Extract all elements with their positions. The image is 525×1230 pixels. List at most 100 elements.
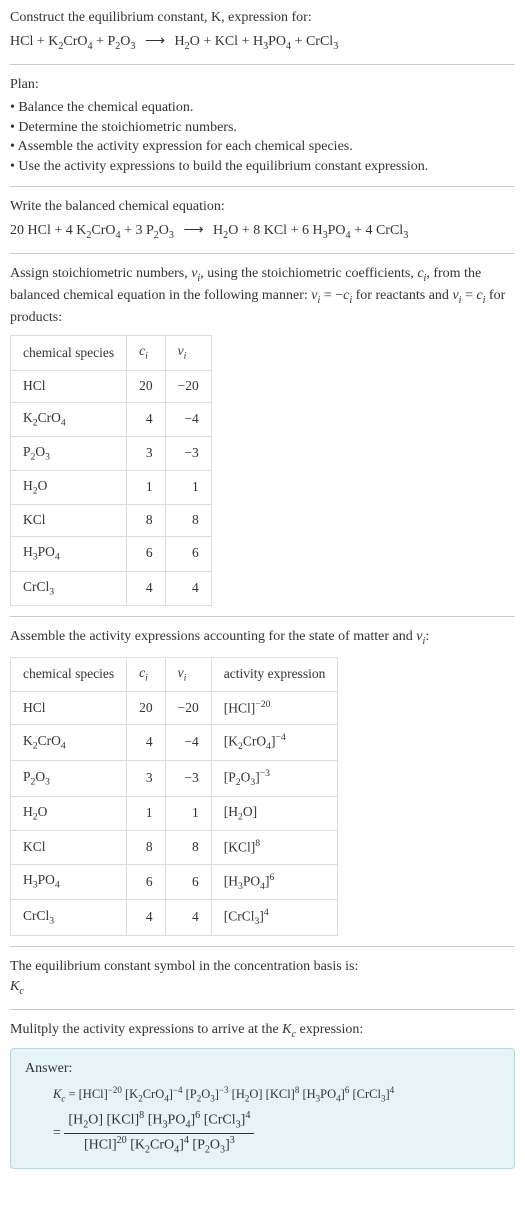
plan-item: Use the activity expressions to build th…	[10, 157, 515, 177]
cell-species: K2CrO4	[11, 725, 127, 761]
table-row: H3PO466	[11, 537, 212, 571]
cell-species: H3PO4	[11, 864, 127, 900]
symbol-text: The equilibrium constant symbol in the c…	[10, 957, 515, 977]
plan-label: Plan:	[10, 75, 515, 95]
cell-species: KCl	[11, 831, 127, 864]
cell-vi: −20	[165, 692, 211, 725]
answer-fraction: [H2O] [KCl]8 [H3PO4]6 [CrCl3]4 [HCl]20 […	[64, 1109, 254, 1157]
cell-ci: 4	[127, 725, 166, 761]
table-row: KCl88[KCl]8	[11, 831, 338, 864]
cell-ci: 4	[127, 571, 166, 605]
col-ci: ci	[127, 336, 166, 370]
cell-ci: 4	[127, 900, 166, 936]
cell-ci: 6	[127, 864, 166, 900]
table-row: K2CrO44−4	[11, 402, 212, 436]
cell-species: CrCl3	[11, 571, 127, 605]
cell-species: H2O	[11, 796, 127, 830]
divider	[10, 253, 515, 254]
cell-activity: [H2O]	[211, 796, 338, 830]
cell-activity: [KCl]8	[211, 831, 338, 864]
plan-item: Balance the chemical equation.	[10, 98, 515, 118]
plan-list: Balance the chemical equation. Determine…	[10, 98, 515, 176]
cell-vi: 1	[165, 471, 211, 505]
balanced-label: Write the balanced chemical equation:	[10, 197, 515, 217]
cell-vi: −20	[165, 370, 211, 402]
answer-line1: Kc = [HCl]−20 [K2CrO4]−4 [P2O3]−3 [H2O] …	[53, 1084, 500, 1105]
col-vi: νi	[165, 336, 211, 370]
col-activity: activity expression	[211, 657, 338, 691]
activity-table: chemical species ci νi activity expressi…	[10, 657, 338, 936]
table-row: H2O11[H2O]	[11, 796, 338, 830]
cell-vi: 6	[165, 537, 211, 571]
cell-vi: −3	[165, 761, 211, 797]
stoich-text: Assign stoichiometric numbers, νi, using…	[10, 264, 515, 327]
col-ci: ci	[127, 657, 166, 691]
table-row: P2O33−3	[11, 436, 212, 470]
table-row: P2O33−3[P2O3]−3	[11, 761, 338, 797]
answer-label: Answer:	[25, 1059, 500, 1079]
fraction-denominator: [HCl]20 [K2CrO4]4 [P2O3]3	[64, 1134, 254, 1158]
cell-species: P2O3	[11, 761, 127, 797]
divider	[10, 616, 515, 617]
unbalanced-equation: HCl + K2CrO4 + P2O3 ⟶ H2O + KCl + H3PO4 …	[10, 32, 515, 54]
cell-species: H2O	[11, 471, 127, 505]
cell-ci: 20	[127, 370, 166, 402]
cell-ci: 1	[127, 471, 166, 505]
cell-ci: 3	[127, 761, 166, 797]
fraction-numerator: [H2O] [KCl]8 [H3PO4]6 [CrCl3]4	[64, 1109, 254, 1134]
cell-vi: 4	[165, 900, 211, 936]
plan-item: Assemble the activity expression for eac…	[10, 137, 515, 157]
plan-section: Plan: Balance the chemical equation. Det…	[10, 75, 515, 177]
col-vi: νi	[165, 657, 211, 691]
stoich-table: chemical species ci νi HCl20−20K2CrO44−4…	[10, 335, 212, 605]
cell-activity: [K2CrO4]−4	[211, 725, 338, 761]
cell-species: HCl	[11, 692, 127, 725]
cell-species: H3PO4	[11, 537, 127, 571]
title: Construct the equilibrium constant, K, e…	[10, 8, 515, 28]
cell-ci: 1	[127, 796, 166, 830]
divider	[10, 946, 515, 947]
cell-vi: −3	[165, 436, 211, 470]
answer-expression: Kc = [HCl]−20 [K2CrO4]−4 [P2O3]−3 [H2O] …	[53, 1084, 500, 1157]
cell-ci: 8	[127, 831, 166, 864]
table-row: CrCl344[CrCl3]4	[11, 900, 338, 936]
multiply-text: Mulitply the activity expressions to arr…	[10, 1020, 515, 1042]
divider	[10, 1009, 515, 1010]
table-row: H3PO466[H3PO4]6	[11, 864, 338, 900]
cell-activity: [H3PO4]6	[211, 864, 338, 900]
symbol-value: Kc	[10, 977, 515, 999]
divider	[10, 186, 515, 187]
cell-vi: 4	[165, 571, 211, 605]
cell-ci: 8	[127, 505, 166, 537]
table-row: HCl20−20[HCl]−20	[11, 692, 338, 725]
table-row: H2O11	[11, 471, 212, 505]
cell-vi: 6	[165, 864, 211, 900]
cell-ci: 6	[127, 537, 166, 571]
plan-item: Determine the stoichiometric numbers.	[10, 118, 515, 138]
cell-vi: 8	[165, 505, 211, 537]
equals-sign: =	[53, 1126, 64, 1141]
balanced-equation: 20 HCl + 4 K2CrO4 + 3 P2O3 ⟶ H2O + 8 KCl…	[10, 221, 515, 243]
cell-vi: −4	[165, 725, 211, 761]
cell-activity: [HCl]−20	[211, 692, 338, 725]
cell-ci: 3	[127, 436, 166, 470]
cell-species: K2CrO4	[11, 402, 127, 436]
cell-ci: 20	[127, 692, 166, 725]
table-row: KCl88	[11, 505, 212, 537]
cell-vi: 8	[165, 831, 211, 864]
cell-activity: [P2O3]−3	[211, 761, 338, 797]
divider	[10, 64, 515, 65]
cell-species: KCl	[11, 505, 127, 537]
table-row: K2CrO44−4[K2CrO4]−4	[11, 725, 338, 761]
cell-species: HCl	[11, 370, 127, 402]
cell-ci: 4	[127, 402, 166, 436]
cell-activity: [CrCl3]4	[211, 900, 338, 936]
cell-vi: −4	[165, 402, 211, 436]
answer-box: Answer: Kc = [HCl]−20 [K2CrO4]−4 [P2O3]−…	[10, 1048, 515, 1169]
col-species: chemical species	[11, 657, 127, 691]
cell-species: CrCl3	[11, 900, 127, 936]
cell-species: P2O3	[11, 436, 127, 470]
table-row: HCl20−20	[11, 370, 212, 402]
activity-text: Assemble the activity expressions accoun…	[10, 627, 515, 649]
cell-vi: 1	[165, 796, 211, 830]
